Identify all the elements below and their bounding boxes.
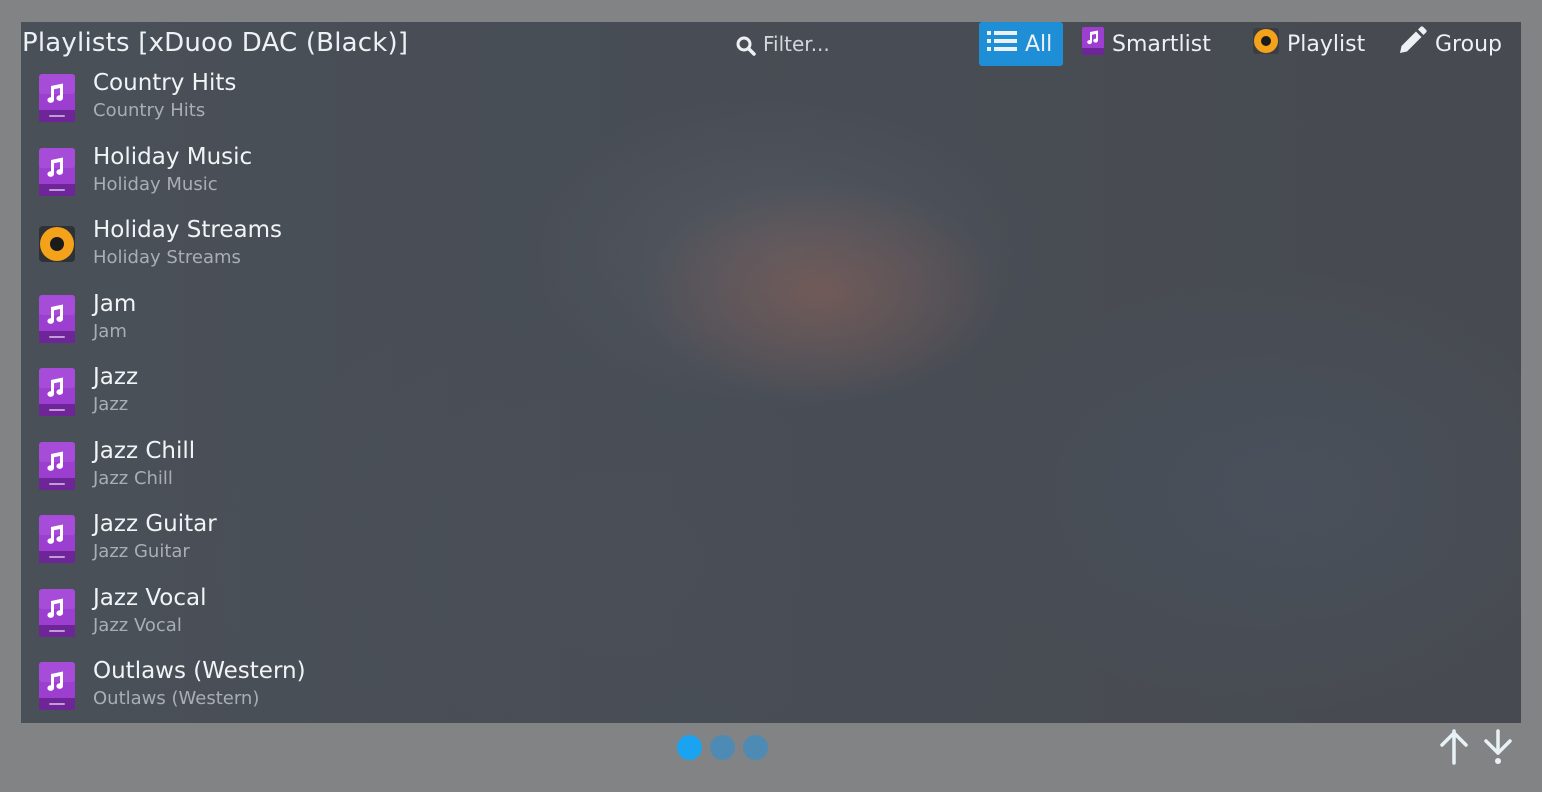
filter-playlist-button[interactable]: Playlist	[1253, 22, 1365, 66]
filter-input[interactable]	[763, 30, 913, 58]
playlist-subtitle: Jam	[93, 320, 127, 342]
playlist-subtitle: Outlaws (Western)	[93, 688, 260, 709]
playlist-row[interactable]: Jazz Chill Jazz Chill	[21, 434, 1521, 508]
scroll-top-icon[interactable]	[1437, 728, 1471, 766]
playlist-subtitle: Jazz Chill	[93, 467, 173, 489]
playlist-name: Jazz Guitar	[93, 511, 217, 537]
page-indicator	[677, 735, 777, 761]
filter-smartlist-label: Smartlist	[1112, 31, 1211, 57]
panel-header: Playlists [xDuoo DAC (Black)] Filter... …	[21, 22, 1521, 66]
filter-all-button[interactable]: All	[979, 22, 1063, 66]
playlist-name: Jazz Chill	[93, 437, 196, 464]
playlist-icon	[38, 147, 76, 196]
playlist-icon	[38, 368, 76, 416]
page-dot-2[interactable]	[710, 735, 735, 760]
playlist-name: Holiday Streams	[93, 217, 282, 243]
scroll-bottom-icon[interactable]	[1481, 728, 1515, 766]
playlist-row[interactable]: Jazz Jazz	[21, 360, 1521, 434]
search-icon	[736, 36, 756, 56]
playlist-row[interactable]: Outlaws (Western) Outlaws (Western)	[21, 654, 1521, 723]
app-frame: Playlists [xDuoo DAC (Black)] Filter... …	[0, 0, 1542, 792]
pencil-icon	[1397, 26, 1427, 62]
playlist-row[interactable]: Holiday Music Holiday Music	[21, 140, 1521, 214]
playlist-name: Jazz	[93, 364, 139, 390]
filter-all-label: All	[1025, 31, 1053, 57]
playlist-icon	[38, 294, 76, 343]
playlist-row[interactable]: Holiday Streams Holiday Streams	[21, 213, 1521, 287]
playlist-subtitle: Country Hits	[93, 100, 206, 121]
playlist-name: Jam	[93, 290, 137, 317]
page-dot-3[interactable]	[743, 735, 768, 760]
filter-playlist-label: Playlist	[1287, 31, 1366, 57]
playlist-name: Jazz Vocal	[93, 584, 207, 611]
playlist-subtitle: Holiday Streams	[93, 247, 241, 268]
playlist-row[interactable]: Jazz Guitar Jazz Guitar	[21, 507, 1521, 581]
playlist-row[interactable]: Jazz Vocal Jazz Vocal	[21, 581, 1521, 655]
playlist-icon	[38, 74, 76, 122]
filter-group-label: Group	[1435, 31, 1502, 57]
playlist-subtitle: Holiday Music	[93, 173, 218, 195]
page-dot-1[interactable]	[677, 735, 702, 760]
playlist-list: Country Hits Country Hits Holiday Music Hol…	[21, 66, 1521, 723]
playlist-row[interactable]: Jam Jam	[21, 287, 1521, 361]
page-title: Playlists [xDuoo DAC (Black)]	[22, 28, 409, 58]
playlist-name: Holiday Music	[93, 143, 253, 170]
speaker-icon	[1253, 28, 1279, 60]
filter-group-button[interactable]: Group	[1397, 22, 1502, 66]
playlist-subtitle: Jazz	[93, 394, 129, 415]
filter-box[interactable]	[735, 30, 915, 58]
playlist-row[interactable]: Country Hits Country Hits	[21, 66, 1521, 140]
playlist-subtitle: Jazz Vocal	[93, 614, 182, 636]
speaker-icon	[38, 221, 76, 269]
playlist-icon	[38, 515, 76, 563]
playlist-icon	[38, 662, 76, 710]
playlist-subtitle: Jazz Guitar	[93, 541, 190, 562]
playlists-panel: Playlists [xDuoo DAC (Black)] Filter... …	[21, 22, 1521, 723]
smartlist-icon	[1082, 27, 1104, 61]
list-icon	[987, 29, 1017, 59]
filter-smartlist-button[interactable]: Smartlist	[1082, 22, 1211, 66]
playlist-name: Country Hits	[93, 70, 237, 96]
playlist-name: Outlaws (Western)	[93, 658, 306, 684]
playlist-icon	[38, 588, 76, 637]
playlist-icon	[38, 441, 76, 490]
